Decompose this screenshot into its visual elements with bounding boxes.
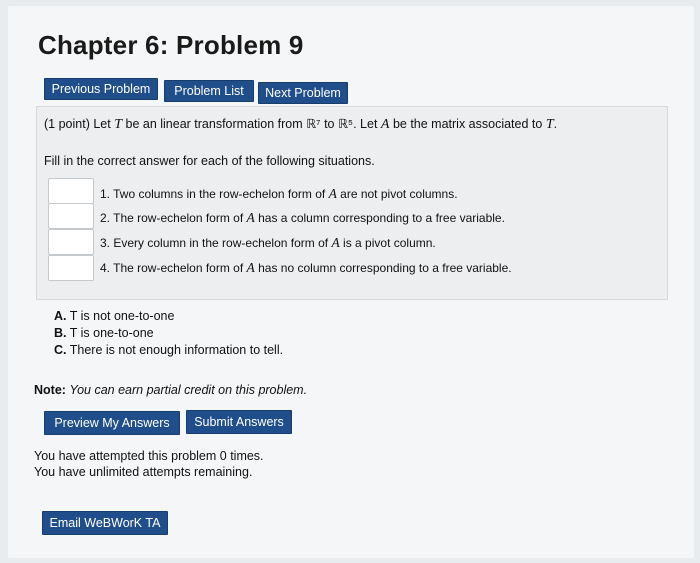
next-problem-button[interactable]: Next Problem [258,82,348,104]
var-T: T [114,117,123,132]
attempts-remaining: You have unlimited attempts remaining. [34,465,253,479]
email-ta-button[interactable]: Email WeBWorK TA [42,511,168,535]
answer-input-4[interactable] [48,255,94,281]
page-title: Chapter 6: Problem 9 [38,30,304,60]
situation-1: 1. Two columns in the row-echelon form o… [100,186,458,201]
domain-space: ℝ⁷ [306,117,321,131]
preview-answers-button[interactable]: Preview My Answers [44,411,180,435]
submit-answers-button[interactable]: Submit Answers [186,410,292,434]
problem-list-button[interactable]: Problem List [164,80,254,102]
option-a: A. T is not one-to-one [54,309,175,323]
answer-input-1[interactable] [48,178,94,204]
var-A: A [380,117,390,132]
situation-2: 2. The row-echelon form of A has a colum… [100,210,505,225]
situation-3: 3. Every column in the row-echelon form … [100,235,436,250]
option-c: C. There is not enough information to te… [54,343,284,357]
option-b: B. T is one-to-one [54,326,154,340]
answer-input-3[interactable] [48,229,94,255]
codomain-space: ℝ⁵ [338,117,354,131]
attempts-count: You have attempted this problem 0 times. [34,449,264,463]
instructions: Fill in the correct answer for each of t… [44,154,375,168]
previous-problem-button[interactable]: Previous Problem [44,78,158,100]
problem-statement: (1 point) Let T be an linear transformat… [44,117,558,132]
situation-4: 4. The row-echelon form of A has no colu… [100,260,512,275]
partial-credit-note: Note: You can earn partial credit on thi… [34,383,308,397]
answer-input-2[interactable] [48,203,94,229]
points-label: (1 point) [44,117,90,131]
